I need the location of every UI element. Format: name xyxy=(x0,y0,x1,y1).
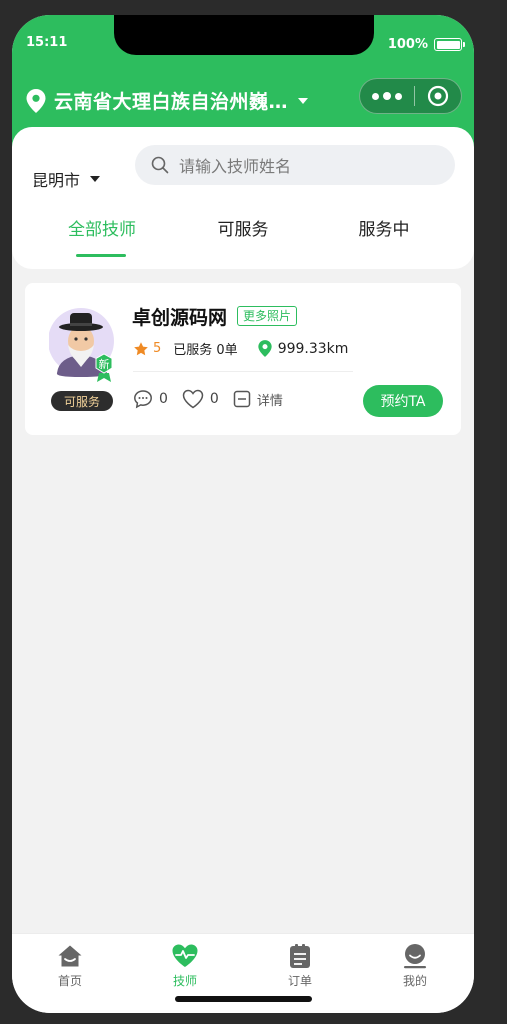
technician-actions: 0 0 详情 xyxy=(133,389,283,409)
rating-value: 5 xyxy=(153,341,162,356)
device-notch xyxy=(114,15,374,55)
new-badge-text: 新 xyxy=(98,358,110,371)
nav-item-technician[interactable]: 技师 xyxy=(140,942,230,989)
like-count: 0 xyxy=(209,391,219,407)
search-icon xyxy=(151,156,169,174)
search-placeholder: 请输入技师姓名 xyxy=(179,157,292,176)
user-icon xyxy=(402,942,428,970)
tab-available[interactable]: 可服务 xyxy=(183,215,303,240)
location-text: 云南省大理白族自治州巍… xyxy=(54,91,289,113)
more-menu-button[interactable] xyxy=(360,92,414,100)
dot xyxy=(382,92,391,100)
comment-button[interactable]: 0 xyxy=(133,389,182,409)
nav-label: 订单 xyxy=(287,974,312,988)
location-selector[interactable]: 云南省大理白族自治州巍… xyxy=(26,87,309,114)
card-divider xyxy=(133,371,353,372)
nav-item-mine[interactable]: 我的 xyxy=(370,942,460,989)
status-battery: 100% xyxy=(387,37,465,52)
more-photos-button[interactable]: 更多照片 xyxy=(237,306,298,326)
caret-down-icon xyxy=(298,97,309,104)
target-icon xyxy=(427,85,449,107)
nav-item-home[interactable]: 首页 xyxy=(25,942,115,989)
nav-label: 首页 xyxy=(57,974,82,988)
battery-icon xyxy=(434,38,465,51)
book-button[interactable]: 预约TA xyxy=(363,385,443,417)
heart-icon xyxy=(182,389,204,409)
nav-label: 技师 xyxy=(172,974,197,988)
dot xyxy=(394,92,402,100)
battery-percent: 100% xyxy=(387,37,428,52)
phone-screen: 15:11 100% 云南省大理白族自治州巍… 昆明市 请输入技师姓名 全部技师… xyxy=(12,15,474,1013)
technician-meta: 5 已服务 0单 999.33km xyxy=(133,339,348,358)
caret-down-icon xyxy=(90,176,101,182)
close-miniprogram-button[interactable] xyxy=(415,85,461,107)
tab-bar: 全部技师 可服务 服务中 xyxy=(12,215,474,265)
filter-panel: 昆明市 请输入技师姓名 全部技师 可服务 服务中 xyxy=(12,127,474,269)
detail-icon xyxy=(233,390,251,408)
nav-item-orders[interactable]: 订单 xyxy=(255,942,345,989)
detail-label: 详情 xyxy=(256,393,283,409)
active-tab-indicator xyxy=(76,254,126,257)
city-label: 昆明市 xyxy=(32,171,81,190)
home-icon xyxy=(57,942,83,970)
like-button[interactable]: 0 xyxy=(182,389,233,409)
status-badge: 可服务 xyxy=(51,391,113,411)
miniprogram-capsule xyxy=(359,78,462,114)
search-input[interactable]: 请输入技师姓名 xyxy=(135,145,455,185)
distance-value: 999.33km xyxy=(277,340,349,357)
status-time: 15:11 xyxy=(26,35,68,50)
avatar[interactable]: 新 xyxy=(48,301,117,383)
location-pin-icon xyxy=(26,88,46,113)
city-selector[interactable]: 昆明市 xyxy=(32,167,101,191)
dots-icon xyxy=(371,92,379,100)
technician-name: 卓创源码网 xyxy=(132,307,228,329)
location-pin-icon xyxy=(258,340,272,357)
tab-in-service[interactable]: 服务中 xyxy=(324,215,444,240)
tab-all-technicians[interactable]: 全部技师 xyxy=(42,215,162,240)
comment-icon xyxy=(134,390,152,409)
served-count: 已服务 0单 xyxy=(173,343,238,358)
comment-count: 0 xyxy=(159,391,168,407)
new-badge: 新 xyxy=(93,353,115,382)
home-indicator xyxy=(175,996,312,1002)
technician-card[interactable]: 新 可服务 卓创源码网 更多照片 5 已服务 0单 999.33km 0 0 详… xyxy=(25,283,461,435)
nav-label: 我的 xyxy=(402,974,427,988)
star-icon xyxy=(134,341,148,355)
order-icon xyxy=(288,942,312,970)
detail-button[interactable]: 详情 xyxy=(233,390,283,409)
heart-pulse-icon xyxy=(171,942,199,970)
